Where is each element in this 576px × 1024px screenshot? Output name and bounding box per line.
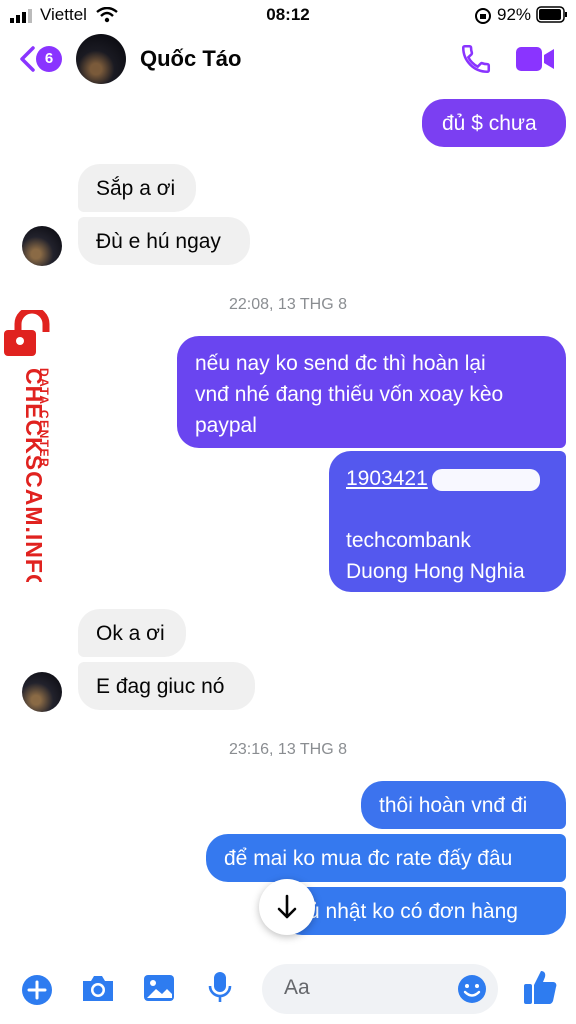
emoji-icon[interactable] bbox=[456, 973, 488, 1005]
timestamp-divider: 22:08, 13 THG 8 bbox=[229, 296, 347, 313]
message-outgoing[interactable]: nếu nay ko send đc thì hoàn lại vnđ nhé … bbox=[177, 336, 566, 448]
message-text: để mai ko mua đc rate đấy đâu bbox=[224, 847, 513, 870]
message-incoming[interactable]: Đù e hú ngay bbox=[78, 217, 250, 265]
message-text: ủ nhật ko có đơn hàng bbox=[308, 900, 518, 923]
photo-gallery-icon[interactable] bbox=[142, 972, 176, 1004]
watermark-text: CHECKSCAM.INFO DATA CENTER bbox=[21, 368, 51, 593]
contact-avatar[interactable] bbox=[76, 34, 126, 84]
sender-avatar[interactable] bbox=[22, 672, 62, 712]
message-outgoing[interactable]: ủ nhật ko có đơn hàng bbox=[280, 887, 566, 935]
message-outgoing[interactable]: 1903421 techcombank Duong Hong Nghia bbox=[329, 451, 566, 592]
status-bar: Viettel 08:12 92% bbox=[0, 0, 576, 30]
scroll-to-bottom-button[interactable] bbox=[259, 879, 315, 935]
message-input-placeholder: Aa bbox=[284, 976, 310, 999]
message-text: E đag giuc nó bbox=[96, 675, 225, 698]
message-incoming[interactable]: Ok a ơi bbox=[78, 609, 186, 657]
chat-header: 6 Quốc Táo bbox=[0, 30, 576, 88]
phone-icon[interactable] bbox=[459, 42, 493, 76]
timestamp-divider: 23:16, 13 THG 8 bbox=[229, 741, 347, 758]
unread-count-badge: 6 bbox=[36, 46, 62, 72]
orientation-lock-icon bbox=[475, 8, 491, 24]
message-text-line: paypal bbox=[195, 414, 257, 437]
watermark-tag: DATA CENTER bbox=[37, 368, 51, 468]
message-incoming[interactable]: E đag giuc nó bbox=[78, 662, 255, 710]
message-text: Đù e hú ngay bbox=[96, 230, 221, 253]
composer-bar: Aa bbox=[0, 954, 576, 1024]
message-text: Sắp a ơi bbox=[96, 177, 176, 200]
message-outgoing[interactable]: đủ $ chưa bbox=[422, 99, 566, 147]
message-text-line: vnđ nhé đang thiếu vốn xoay kèo bbox=[195, 383, 504, 406]
message-text: Ok a ơi bbox=[96, 622, 165, 645]
contact-name[interactable]: Quốc Táo bbox=[140, 46, 241, 72]
bank-name: techcombank bbox=[346, 529, 471, 552]
battery-percent: 92% bbox=[497, 5, 532, 24]
watermark: CHECKSCAM.INFO DATA CENTER bbox=[2, 322, 51, 593]
message-text: thôi hoàn vnđ đi bbox=[379, 794, 528, 817]
chevron-left-icon bbox=[20, 46, 35, 72]
message-outgoing[interactable]: thôi hoàn vnđ đi bbox=[361, 781, 566, 829]
thumbs-up-icon[interactable] bbox=[522, 968, 558, 1006]
sender-avatar[interactable] bbox=[22, 226, 62, 266]
video-call-icon[interactable] bbox=[515, 44, 555, 74]
plus-icon[interactable] bbox=[21, 974, 53, 1006]
message-input[interactable]: Aa bbox=[262, 964, 498, 1014]
message-text-line: nếu nay ko send đc thì hoàn lại bbox=[195, 352, 486, 375]
redaction-scribble bbox=[432, 469, 540, 491]
account-number-link[interactable]: 1903421 bbox=[346, 467, 428, 490]
message-outgoing[interactable]: để mai ko mua đc rate đấy đâu bbox=[206, 834, 566, 882]
account-holder-name: Duong Hong Nghia bbox=[346, 560, 525, 583]
message-text: đủ $ chưa bbox=[442, 112, 537, 135]
message-incoming[interactable]: Sắp a ơi bbox=[78, 164, 196, 212]
camera-icon[interactable] bbox=[80, 972, 116, 1004]
arrow-down-icon bbox=[277, 894, 297, 919]
microphone-icon[interactable] bbox=[206, 970, 234, 1006]
battery-icon bbox=[536, 6, 567, 23]
